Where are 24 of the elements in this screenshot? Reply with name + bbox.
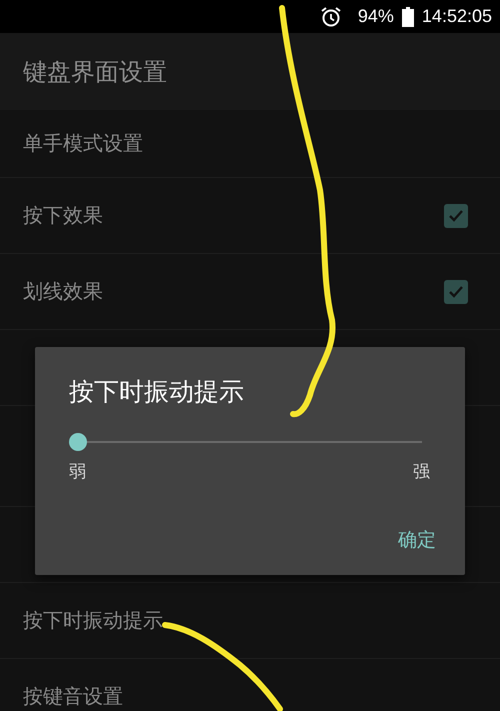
min-label: 弱 [69, 461, 86, 483]
settings-row[interactable]: 按下效果 [0, 178, 500, 254]
checkbox[interactable] [444, 204, 468, 228]
setting-label: 按下时振动提示 [23, 607, 163, 634]
setting-label: 单手模式设置 [23, 130, 143, 157]
settings-row[interactable]: 按下时振动提示 [0, 583, 500, 659]
dialog-title: 按下时振动提示 [69, 376, 245, 408]
settings-row[interactable]: 划线效果 [0, 254, 500, 330]
alarm-icon [320, 6, 342, 28]
checkbox[interactable] [444, 280, 468, 304]
settings-row[interactable]: 单手模式设置 [0, 110, 500, 178]
battery-icon [402, 6, 414, 26]
confirm-button[interactable]: 确定 [390, 523, 444, 557]
battery-percent: 94% [358, 6, 394, 27]
settings-row[interactable]: 按键音设置 [0, 659, 500, 711]
setting-label: 按下效果 [23, 202, 103, 229]
max-label: 强 [413, 461, 430, 483]
page-title: 键盘界面设置 [23, 56, 167, 88]
setting-label: 按键音设置 [23, 683, 123, 710]
checkmark-icon [448, 208, 464, 222]
slider-thumb[interactable] [69, 433, 87, 451]
checkmark-icon [448, 284, 464, 298]
setting-label: 划线效果 [23, 278, 103, 305]
clock-time: 14:52:05 [422, 6, 492, 27]
